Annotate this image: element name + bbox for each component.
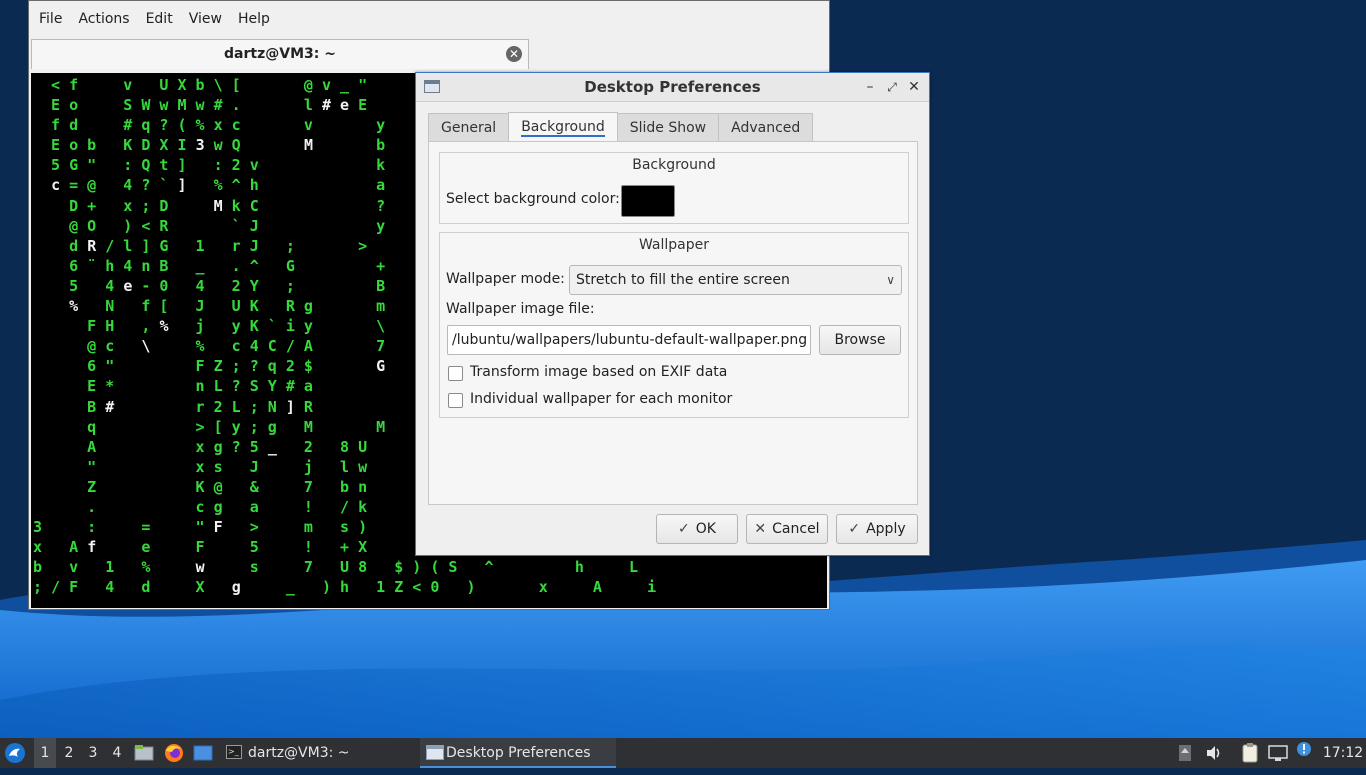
tray-notifications[interactable] bbox=[1296, 738, 1314, 768]
ok-button[interactable]: ✓ OK bbox=[656, 514, 738, 544]
desktop-icon bbox=[193, 745, 213, 761]
wallpaper-mode-label: Wallpaper mode: bbox=[446, 271, 565, 287]
task-terminal-label: dartz@VM3: ~ bbox=[248, 745, 350, 761]
lubuntu-logo-icon bbox=[5, 743, 25, 763]
wallpaper-mode-select[interactable]: Stretch to fill the entire screen ∨ bbox=[569, 265, 902, 295]
workspace-1[interactable]: 1 bbox=[34, 738, 56, 768]
tab-advanced[interactable]: Advanced bbox=[718, 113, 814, 141]
chevron-down-icon: ∨ bbox=[886, 273, 895, 287]
network-icon bbox=[1268, 745, 1288, 761]
background-tab-panel: Background Select background color: Wall… bbox=[428, 141, 918, 505]
terminal-tab-title: dartz@VM3: ~ bbox=[224, 46, 336, 62]
clock[interactable]: 17:12 bbox=[1322, 738, 1364, 768]
task-desktop-preferences[interactable]: Desktop Preferences bbox=[420, 738, 616, 768]
minimize-icon[interactable]: – bbox=[861, 77, 879, 97]
desktop-preferences-dialog[interactable]: Desktop Preferences – ⤢ ✕ General Backgr… bbox=[415, 72, 930, 556]
tray-updates[interactable] bbox=[1178, 738, 1194, 768]
taskbar: 1 2 3 4 >_ dartz@VM3: ~ Desktop Preferen… bbox=[0, 738, 1366, 768]
background-group: Background Select background color: bbox=[439, 152, 909, 224]
clipboard-icon bbox=[1242, 743, 1258, 763]
maximize-icon[interactable]: ⤢ bbox=[883, 77, 901, 97]
wallpaper-mode-value: Stretch to fill the entire screen bbox=[576, 272, 790, 288]
per-monitor-checkbox[interactable] bbox=[448, 393, 463, 408]
menu-actions[interactable]: Actions bbox=[70, 11, 137, 27]
wallpaper-group: Wallpaper Wallpaper mode: Stretch to fil… bbox=[439, 232, 909, 418]
notification-icon bbox=[1297, 742, 1311, 756]
workspace-2[interactable]: 2 bbox=[58, 738, 80, 768]
tab-general[interactable]: General bbox=[428, 113, 510, 141]
dialog-title: Desktop Preferences bbox=[584, 78, 761, 96]
apply-button[interactable]: ✓ Apply bbox=[836, 514, 918, 544]
show-desktop-button[interactable] bbox=[193, 738, 215, 768]
close-icon[interactable]: ✕ bbox=[905, 77, 923, 97]
check-icon: ✓ bbox=[678, 521, 690, 537]
wallpaper-file-label: Wallpaper image file: bbox=[446, 301, 595, 317]
exif-label: Transform image based on EXIF data bbox=[470, 364, 728, 380]
background-color-swatch[interactable] bbox=[621, 185, 675, 217]
wallpaper-group-title: Wallpaper bbox=[638, 237, 710, 253]
workspace-3[interactable]: 3 bbox=[82, 738, 104, 768]
menu-view[interactable]: View bbox=[181, 11, 230, 27]
firefox-launcher[interactable] bbox=[164, 738, 186, 768]
tray-network[interactable] bbox=[1268, 738, 1290, 768]
menu-edit[interactable]: Edit bbox=[138, 11, 181, 27]
tab-slide-show[interactable]: Slide Show bbox=[616, 113, 720, 141]
tab-background[interactable]: Background bbox=[508, 112, 618, 142]
dialog-titlebar[interactable]: Desktop Preferences – ⤢ ✕ bbox=[416, 73, 929, 102]
wallpaper-file-input[interactable]: /lubuntu/wallpapers/lubuntu-default-wall… bbox=[447, 325, 811, 355]
terminal-tabbar: dartz@VM3: ~ ✕ bbox=[29, 37, 829, 71]
terminal-tab[interactable]: dartz@VM3: ~ ✕ bbox=[31, 39, 529, 69]
update-icon bbox=[1179, 745, 1191, 761]
background-color-label: Select background color: bbox=[446, 191, 620, 207]
window-icon bbox=[426, 745, 444, 760]
background-group-title: Background bbox=[632, 157, 716, 173]
cancel-button[interactable]: ✕ Cancel bbox=[746, 514, 828, 544]
terminal-icon: >_ bbox=[226, 745, 242, 759]
dialog-tabs: General Background Slide Show Advanced bbox=[428, 112, 814, 142]
workspace-4[interactable]: 4 bbox=[106, 738, 128, 768]
cancel-x-icon: ✕ bbox=[754, 521, 767, 537]
start-menu-button[interactable] bbox=[4, 738, 30, 768]
check-icon: ✓ bbox=[848, 521, 861, 537]
per-monitor-label: Individual wallpaper for each monitor bbox=[470, 391, 733, 407]
volume-icon bbox=[1207, 746, 1220, 760]
folder-icon bbox=[134, 745, 154, 761]
tray-clipboard[interactable] bbox=[1242, 738, 1262, 768]
task-terminal[interactable]: >_ dartz@VM3: ~ bbox=[222, 738, 440, 768]
firefox-icon bbox=[165, 744, 183, 762]
browse-button[interactable]: Browse bbox=[819, 325, 901, 355]
file-manager-launcher[interactable] bbox=[134, 738, 156, 768]
menu-file[interactable]: File bbox=[31, 11, 70, 27]
terminal-menubar: File Actions Edit View Help bbox=[29, 1, 829, 37]
close-icon[interactable]: ✕ bbox=[506, 46, 522, 62]
menu-help[interactable]: Help bbox=[230, 11, 278, 27]
task-desktop-preferences-label: Desktop Preferences bbox=[446, 745, 591, 761]
exif-checkbox[interactable] bbox=[448, 366, 463, 381]
tray-volume[interactable] bbox=[1205, 738, 1225, 768]
